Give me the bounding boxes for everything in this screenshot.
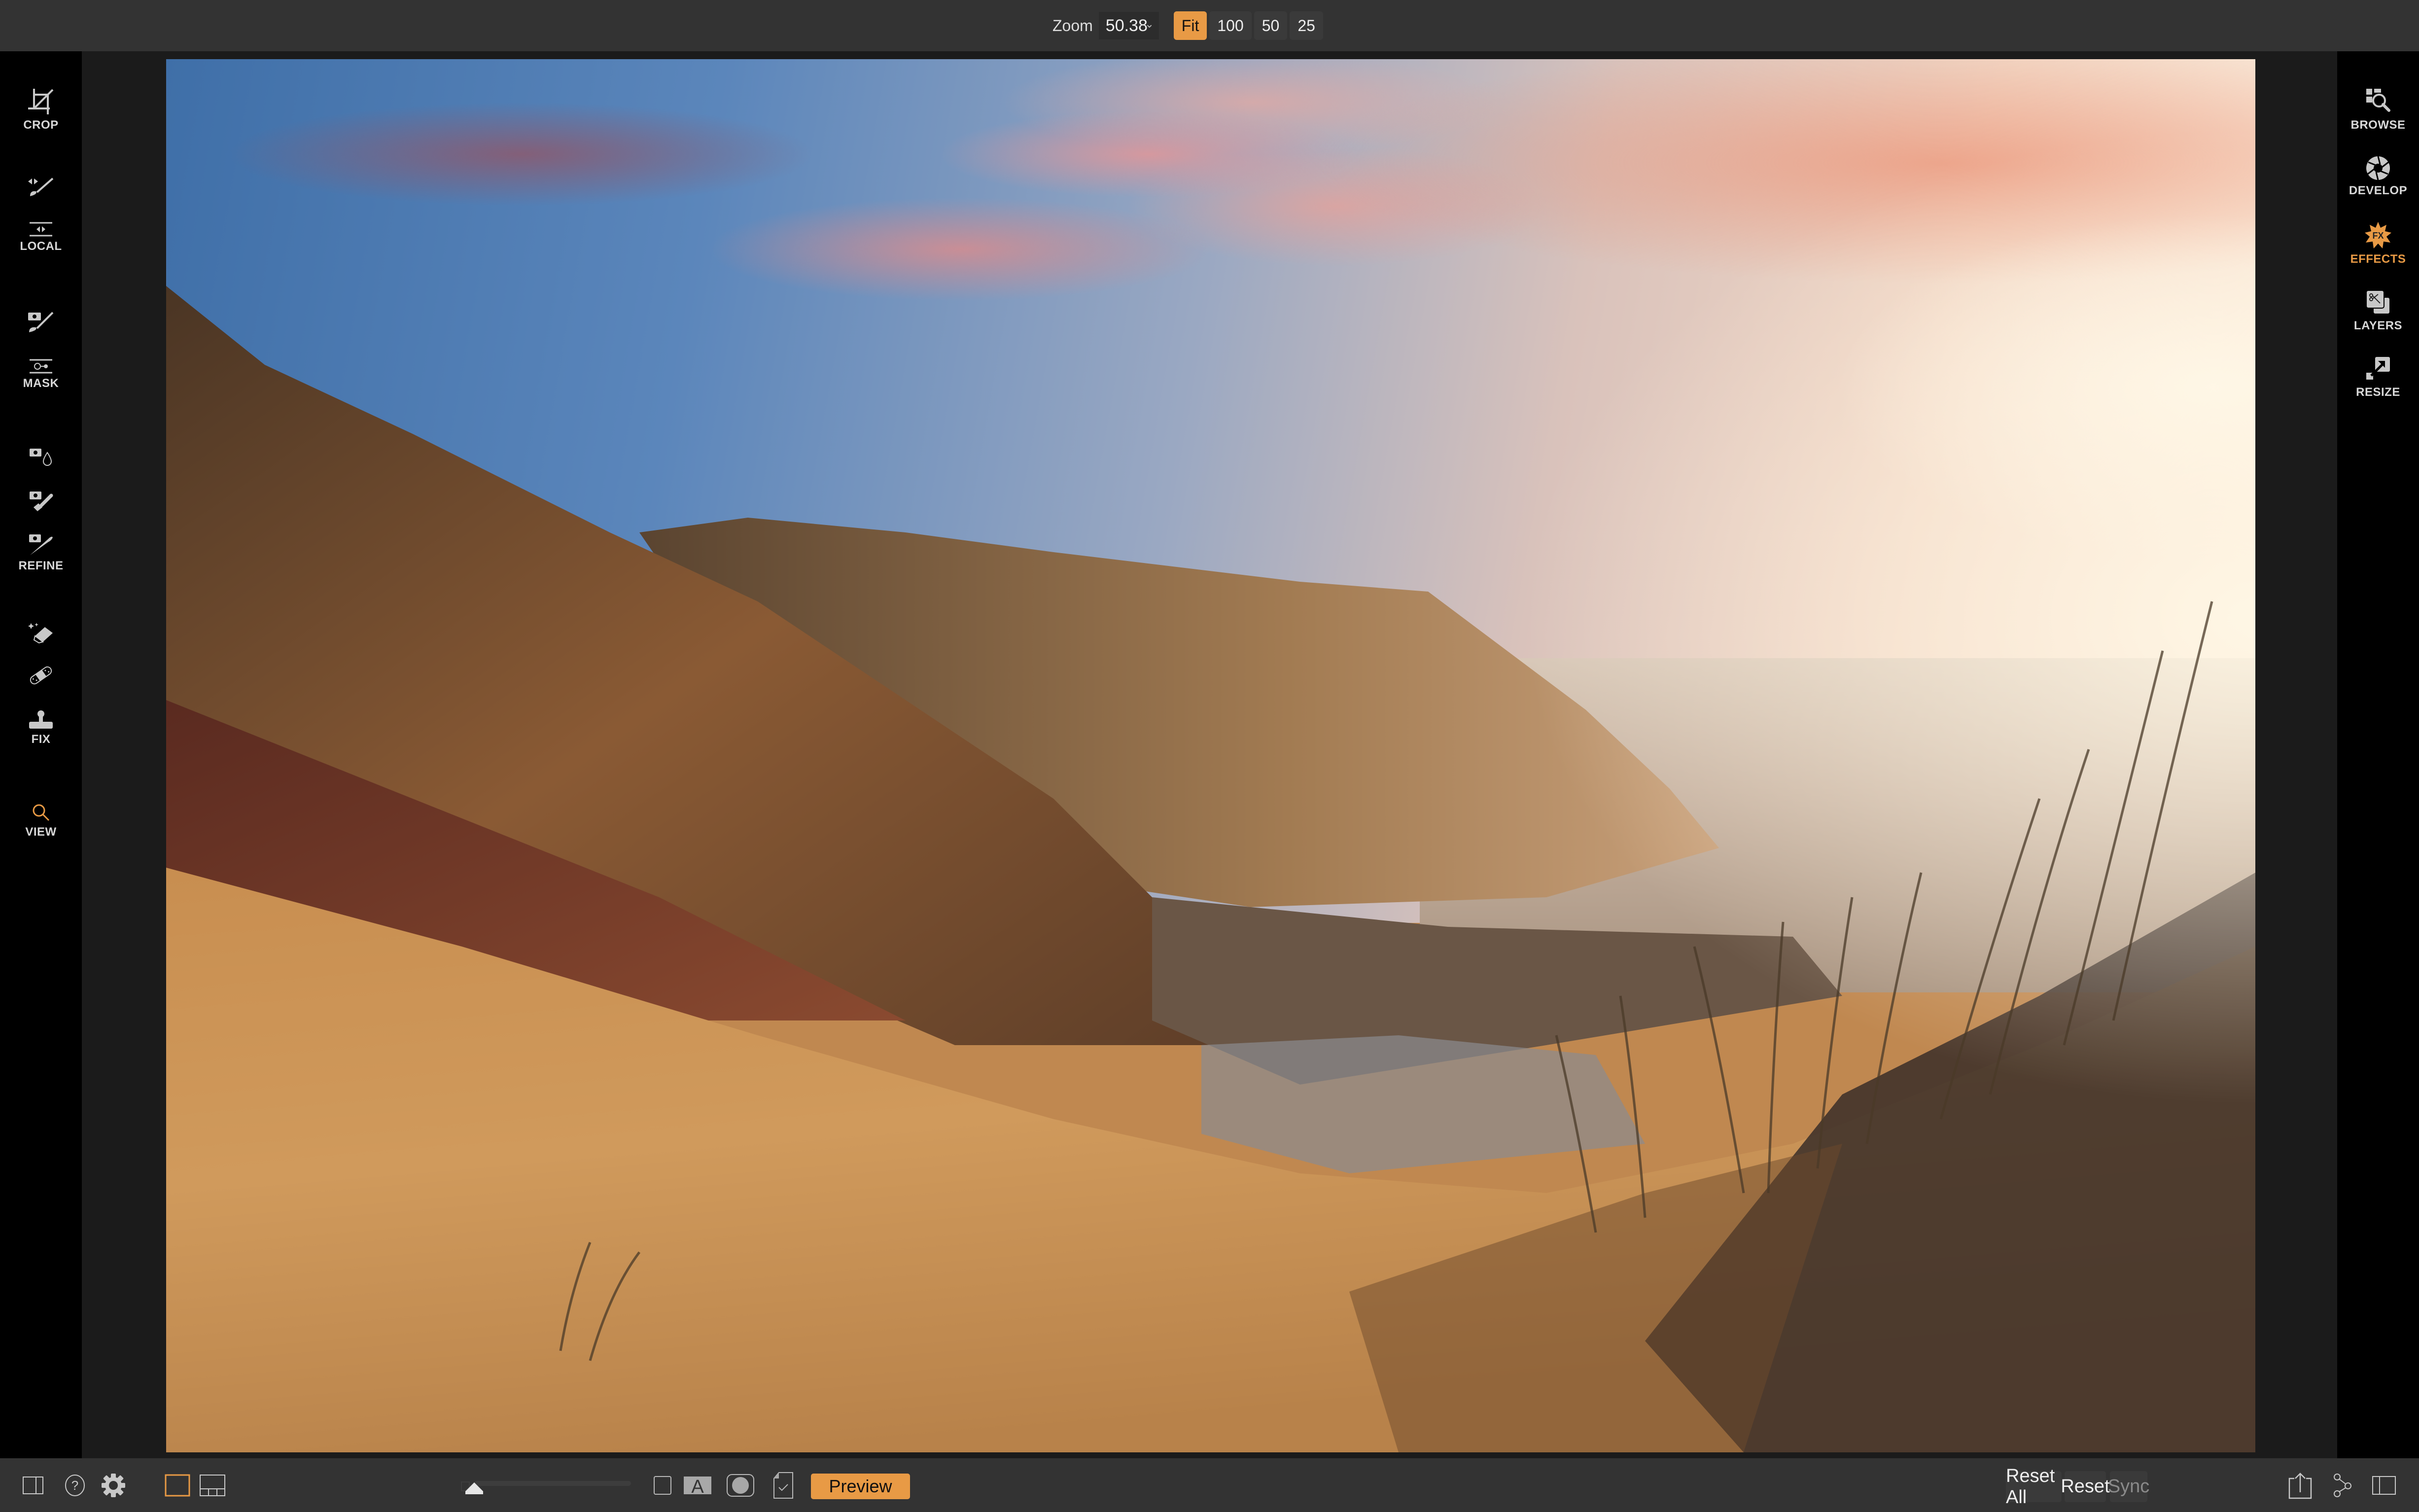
filmstrip-view-icon	[200, 1474, 225, 1496]
tool-refine-eraser[interactable]	[0, 491, 82, 512]
document-check-icon	[773, 1472, 793, 1499]
zoom-label: Zoom	[1052, 16, 1093, 35]
refine-eraser-icon	[30, 492, 53, 511]
help-button[interactable]: ?	[64, 1458, 86, 1512]
tool-crop-label: CROP	[23, 118, 59, 132]
zoom-100-button[interactable]: 100	[1209, 11, 1252, 40]
export-button[interactable]	[2287, 1458, 2313, 1512]
refine-icon	[29, 534, 53, 555]
healing-bandage-icon	[30, 666, 52, 685]
share-export-icon	[2288, 1472, 2312, 1499]
settings-button[interactable]	[101, 1458, 126, 1512]
share-button[interactable]	[2333, 1458, 2352, 1512]
module-layers-label: LAYERS	[2353, 319, 2403, 332]
help-icon: ?	[65, 1474, 85, 1496]
module-layers[interactable]: LAYERS	[2337, 288, 2419, 333]
show-mask-button[interactable]: A	[684, 1458, 711, 1512]
magic-eraser-icon	[28, 623, 53, 644]
local-adjust-icon	[30, 222, 52, 237]
aperture-icon	[2366, 156, 2390, 180]
tool-view[interactable]: VIEW	[0, 803, 82, 839]
zoom-value: 50.38	[1105, 16, 1148, 35]
module-browse-label: BROWSE	[2350, 118, 2406, 132]
zoom-value-dropdown[interactable]: 50.38 ⌄	[1098, 12, 1159, 39]
tool-mask-label: MASK	[23, 377, 59, 390]
layers-icon	[2366, 290, 2390, 315]
clone-stamp-icon	[29, 710, 53, 729]
right-gutter	[2255, 51, 2337, 1458]
module-develop-label: DEVELOP	[2349, 184, 2408, 197]
tool-refine-label: REFINE	[18, 559, 64, 572]
svg-text:A: A	[691, 1477, 704, 1495]
reset-all-button[interactable]: Reset All	[2006, 1466, 2062, 1508]
mask-overlay-icon: A	[684, 1476, 711, 1495]
module-effects[interactable]: FX EFFECTS	[2337, 221, 2419, 266]
filmstrip-view-button[interactable]	[199, 1458, 226, 1512]
preview-button[interactable]: Preview	[811, 1474, 910, 1499]
share-nodes-icon	[2334, 1473, 2351, 1497]
tool-view-label: VIEW	[25, 825, 57, 839]
mask-view-button[interactable]	[726, 1458, 755, 1512]
fx-icon: FX	[2365, 222, 2391, 248]
module-resize[interactable]: RESIZE	[2337, 355, 2419, 399]
magnifier-icon	[33, 804, 50, 821]
tool-local-label: LOCAL	[20, 240, 62, 253]
svg-text:FX: FX	[2372, 231, 2384, 241]
crop-icon	[28, 89, 54, 114]
no-mask-icon	[654, 1476, 671, 1495]
local-brush-icon	[28, 177, 54, 196]
tool-healing[interactable]	[0, 666, 82, 685]
opacity-slider-track[interactable]	[474, 1481, 631, 1486]
left-panel-toggle-icon	[23, 1476, 43, 1494]
module-effects-label: EFFECTS	[2350, 252, 2406, 266]
gear-icon	[102, 1473, 125, 1497]
module-resize-label: RESIZE	[2356, 386, 2400, 399]
apply-document-button[interactable]	[773, 1458, 794, 1512]
photo-canvas[interactable]	[166, 59, 2255, 1452]
reset-button[interactable]: Reset	[2061, 1471, 2110, 1502]
toggle-panel-button[interactable]	[22, 1458, 44, 1512]
toggle-right-panel-button[interactable]	[2372, 1458, 2396, 1512]
tool-mask[interactable]: MASK	[0, 359, 82, 390]
mask-icon	[30, 359, 52, 374]
tool-local[interactable]: LOCAL	[0, 222, 82, 253]
zoom-fit-button[interactable]: Fit	[1173, 11, 1207, 40]
tool-local-brush[interactable]	[0, 177, 82, 197]
slider-thumb-icon	[465, 1482, 483, 1494]
left-tool-rail	[0, 51, 82, 1458]
mask-brush-icon	[28, 312, 54, 332]
single-view-icon	[165, 1474, 190, 1496]
tool-mask-brush[interactable]	[0, 312, 82, 333]
zoom-25-button[interactable]: 25	[1290, 11, 1323, 40]
module-develop[interactable]: DEVELOP	[2337, 155, 2419, 198]
tool-refine-drop[interactable]	[0, 448, 82, 467]
tool-fix-label: FIX	[31, 733, 51, 746]
zoom-controls: Zoom 50.38 ⌄ Fit 100 50 25	[1052, 11, 1326, 40]
top-toolbar: Zoom 50.38 ⌄ Fit 100 50 25	[0, 0, 2419, 51]
refine-drop-icon	[30, 449, 52, 466]
tool-refine[interactable]: REFINE	[0, 533, 82, 573]
photo-landscape	[166, 59, 2255, 1452]
svg-text:?: ?	[71, 1478, 78, 1493]
left-gutter	[82, 51, 166, 1458]
browse-icon	[2366, 89, 2390, 112]
tool-magic-eraser[interactable]	[0, 622, 82, 644]
single-view-button[interactable]	[165, 1458, 190, 1512]
sync-button[interactable]: Sync	[2108, 1471, 2149, 1502]
right-panel-toggle-icon	[2372, 1476, 2396, 1495]
zoom-50-button[interactable]: 50	[1254, 11, 1288, 40]
tool-fix[interactable]: FIX	[0, 710, 82, 746]
chevron-down-icon: ⌄	[1145, 18, 1154, 30]
resize-icon	[2366, 357, 2390, 380]
tool-crop[interactable]: CROP	[0, 88, 82, 132]
mask-off-button[interactable]	[653, 1458, 672, 1512]
module-browse[interactable]: BROWSE	[2337, 88, 2419, 132]
mask-view-icon	[727, 1474, 754, 1497]
